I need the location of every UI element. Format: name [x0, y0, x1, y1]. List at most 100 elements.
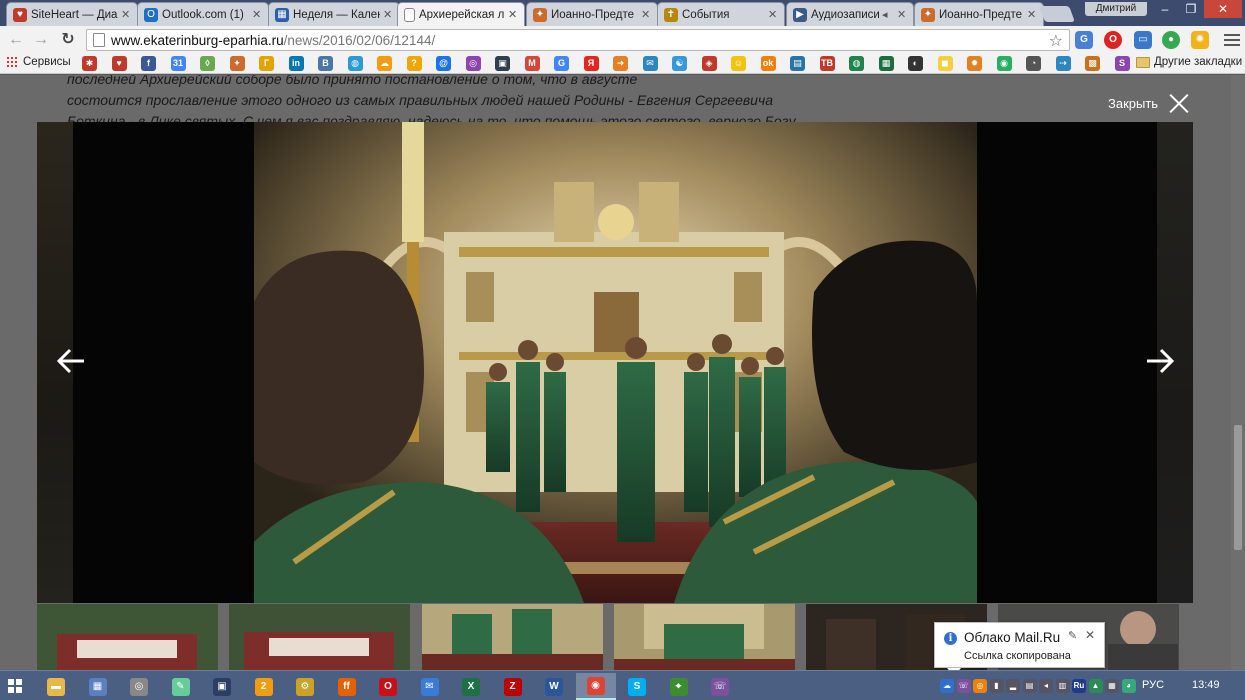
- close-tab-icon[interactable]: ✕: [768, 8, 778, 21]
- tab-ioanno-2[interactable]: ✦ Иоанно-Предте ✕: [914, 2, 1044, 26]
- taskbar-word[interactable]: W: [534, 673, 574, 700]
- taskbar-aimp[interactable]: 2: [244, 673, 284, 700]
- tray-icon[interactable]: ▲: [1088, 679, 1103, 693]
- reload-button[interactable]: ↻: [58, 30, 78, 50]
- bookmark-icon[interactable]: ☯: [672, 56, 687, 71]
- bookmark-icon[interactable]: ◉: [996, 56, 1012, 71]
- tray-icon[interactable]: ◂: [1039, 679, 1053, 693]
- close-lightbox-button[interactable]: Закрыть: [1108, 92, 1190, 114]
- bookmark-icon[interactable]: @: [436, 56, 451, 71]
- bookmark-icon[interactable]: ◈: [701, 56, 717, 71]
- minimize-button[interactable]: –: [1152, 0, 1178, 18]
- bookmark-icon[interactable]: ♥: [111, 56, 127, 71]
- opera-ext-icon[interactable]: O: [1104, 31, 1122, 49]
- tray-icon[interactable]: ☁: [940, 679, 954, 693]
- tray-icon[interactable]: ▥: [1055, 679, 1070, 693]
- other-bookmarks[interactable]: Другие закладки: [1136, 56, 1242, 68]
- maximize-button[interactable]: ❐: [1178, 0, 1204, 18]
- bookmark-icon[interactable]: Я: [583, 56, 599, 71]
- bookmark-icon[interactable]: 31: [170, 56, 186, 71]
- pin-icon[interactable]: ✎: [1068, 629, 1077, 642]
- new-tab-button[interactable]: [1039, 6, 1075, 22]
- tab-events[interactable]: ✝ События ✕: [657, 2, 785, 26]
- taskbar-cad-tool[interactable]: ⌖: [659, 673, 699, 700]
- bookmark-icon[interactable]: ◼: [937, 56, 953, 71]
- taskbar-disk-tool[interactable]: ◎: [119, 673, 159, 700]
- bookmark-icon[interactable]: ➜: [613, 56, 628, 71]
- bookmark-icon[interactable]: ok: [760, 56, 776, 71]
- taskbar-viber[interactable]: ☏: [700, 673, 740, 700]
- bookmark-icon[interactable]: ТВ: [819, 56, 835, 71]
- taskbar-notepad[interactable]: ✎: [161, 673, 201, 700]
- tab-ioanno-1[interactable]: ✦ Иоанно-Предте ✕: [526, 2, 658, 26]
- thumbnail[interactable]: [229, 604, 410, 670]
- tab-active-article[interactable]: Архиерейская л ✕: [397, 2, 525, 26]
- language-indicator[interactable]: РУС: [1142, 679, 1164, 691]
- taskbar-mail[interactable]: ✉: [410, 673, 450, 700]
- bookmark-icon[interactable]: ◊: [200, 56, 215, 71]
- bookmark-icon[interactable]: ✱: [82, 56, 97, 71]
- taskbar-calculator[interactable]: ▦: [78, 673, 118, 700]
- bookmark-icon[interactable]: Г: [259, 56, 274, 71]
- bookmark-icon[interactable]: ⇢: [1055, 56, 1071, 71]
- translate-icon[interactable]: G: [1075, 31, 1093, 49]
- tray-icon[interactable]: ☏: [956, 679, 971, 693]
- sync-icon[interactable]: ●: [1162, 31, 1180, 49]
- taskbar-utility[interactable]: ⚙: [285, 673, 325, 700]
- bookmark-icon[interactable]: ▩: [1085, 56, 1100, 71]
- bookmark-icon[interactable]: S: [1114, 56, 1130, 71]
- tab-calendar[interactable]: ▦ Неделя — Кален ✕: [268, 2, 400, 26]
- bookmark-icon[interactable]: B: [318, 56, 333, 71]
- taskbar-chrome[interactable]: ◉: [575, 673, 616, 700]
- next-arrow-icon[interactable]: [1143, 344, 1177, 378]
- bookmark-icon[interactable]: ◔: [1026, 56, 1041, 71]
- bookmark-icon[interactable]: ▦: [878, 56, 894, 71]
- address-bar[interactable]: www.ekaterinburg-eparhia.ru /news/2016/0…: [86, 29, 1070, 51]
- tray-icon[interactable]: ▮: [989, 679, 1004, 693]
- bookmark-icon[interactable]: f: [141, 56, 156, 71]
- bookmark-icon[interactable]: ◐: [908, 56, 923, 71]
- bookmark-icon[interactable]: M: [524, 56, 540, 71]
- close-notification-icon[interactable]: ✕: [1085, 628, 1095, 642]
- close-tab-icon[interactable]: ✕: [383, 8, 393, 21]
- thumbnail[interactable]: [422, 604, 603, 670]
- clock[interactable]: 13:49: [1192, 679, 1220, 691]
- close-tab-icon[interactable]: ✕: [897, 8, 907, 21]
- taskbar-skype[interactable]: S: [617, 673, 657, 700]
- bookmark-icon[interactable]: ☺: [731, 56, 746, 71]
- close-tab-icon[interactable]: ✕: [121, 8, 131, 21]
- page-scrollbar[interactable]: [1231, 75, 1245, 670]
- bookmark-icon[interactable]: in: [288, 56, 304, 71]
- thumbnail[interactable]: [37, 604, 218, 670]
- bookmark-icon[interactable]: ✦: [229, 56, 245, 71]
- taskbar-opera[interactable]: O: [368, 673, 408, 700]
- bookmark-icon[interactable]: ✹: [967, 56, 982, 71]
- tab-siteheart[interactable]: ♥ SiteHeart — Диа ✕: [6, 2, 138, 26]
- bookmark-icon[interactable]: G: [554, 56, 569, 71]
- chat-icon[interactable]: ▭: [1134, 31, 1152, 49]
- close-tab-icon[interactable]: ✕: [641, 8, 651, 21]
- tray-icon[interactable]: ▤: [1022, 679, 1037, 693]
- windows-start-icon[interactable]: [8, 679, 22, 693]
- close-window-button[interactable]: ✕: [1204, 0, 1242, 18]
- taskbar-filezilla[interactable]: Z: [493, 673, 533, 700]
- close-tab-icon[interactable]: ✕: [252, 8, 262, 21]
- bookmark-icon[interactable]: ▣: [495, 56, 510, 71]
- bookmark-icon[interactable]: ◍: [347, 56, 363, 71]
- taskbar-file-explorer[interactable]: ▬: [36, 673, 76, 700]
- chrome-menu-icon[interactable]: [1224, 32, 1240, 48]
- tray-icon[interactable]: ▂: [1006, 679, 1020, 693]
- close-tab-icon[interactable]: ✕: [1027, 8, 1037, 21]
- bookmark-icon[interactable]: ◍: [849, 56, 864, 71]
- bookmark-icon[interactable]: ◎: [465, 56, 481, 71]
- apps-shortcut[interactable]: Сервисы: [6, 56, 71, 68]
- bookmark-icon[interactable]: ☁: [377, 56, 392, 71]
- bookmark-icon[interactable]: ▤: [790, 56, 805, 71]
- taskbar-save-tool[interactable]: ▣: [202, 673, 242, 700]
- tray-icon[interactable]: ▦: [1105, 679, 1119, 693]
- profile-name[interactable]: Дмитрий: [1085, 2, 1147, 16]
- back-button[interactable]: ←: [6, 30, 26, 50]
- bookmark-icon[interactable]: ✉: [642, 56, 658, 71]
- tray-icon[interactable]: ◎: [973, 679, 987, 693]
- tray-icon[interactable]: Ru: [1072, 679, 1086, 693]
